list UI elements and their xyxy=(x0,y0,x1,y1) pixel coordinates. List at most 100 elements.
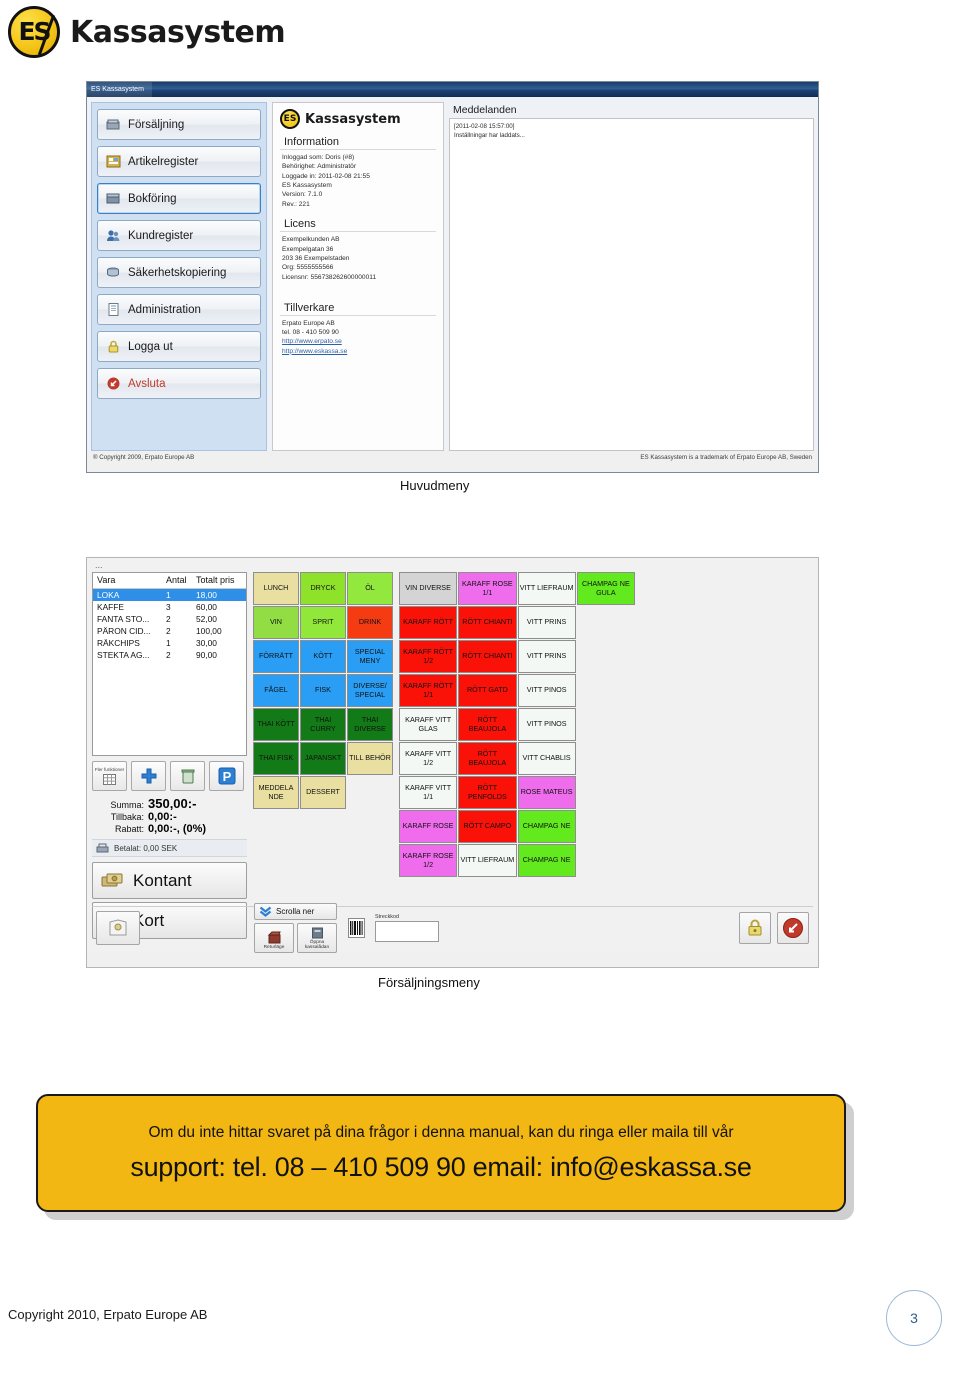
product-button[interactable]: RÖTT CHIANTI xyxy=(458,640,517,673)
table-row[interactable]: RÄKCHIPS 1 30,00 xyxy=(93,637,246,649)
oppna-kassaladan-button[interactable]: Öppna kassalådan xyxy=(297,922,337,953)
product-button[interactable]: CHAMPAG NE GULA xyxy=(576,572,635,605)
messages-box[interactable]: [2011-02-08 15:57:00] Inställningar har … xyxy=(449,118,814,451)
table-row[interactable]: LOKA 1 18,00 xyxy=(93,589,246,601)
category-button[interactable]: VIN xyxy=(253,606,299,639)
park-sale-button[interactable]: P xyxy=(209,761,244,791)
product-button[interactable]: CHAMPAG NE xyxy=(517,844,576,877)
receipt-preview-button[interactable] xyxy=(96,910,140,945)
product-button[interactable]: KARAFF RÖTT 1/2 xyxy=(399,640,458,673)
product-button[interactable]: KARAFF VITT 1/2 xyxy=(399,742,458,775)
product-slot-empty xyxy=(577,606,635,639)
product-button[interactable]: VITT LIEFRAUM xyxy=(517,572,576,605)
nav-item-logga-ut[interactable]: Logga ut xyxy=(97,331,261,362)
cell-pris: 18,00 xyxy=(196,590,217,600)
product-button[interactable]: RÖTT GATD xyxy=(458,674,517,707)
category-button[interactable]: THAI FISK xyxy=(253,742,299,775)
product-button[interactable]: KARAFF ROSE xyxy=(399,810,458,843)
product-button[interactable]: ROSE MATEUS xyxy=(517,776,576,809)
product-grid: VIN DIVERSE KARAFF ROSE 1/1 VITT LIEFRAU… xyxy=(399,572,635,877)
messages-heading: Meddelanden xyxy=(453,104,517,116)
category-button[interactable]: THAI KÖTT xyxy=(253,708,299,741)
nav-item-sakerhetskopiering[interactable]: Säkerhetskopiering xyxy=(97,257,261,288)
erpato-link[interactable]: http://www.erpato.se xyxy=(282,337,436,346)
tillverkare-lines: Erpato Europe AB tel. 08 - 410 509 90 ht… xyxy=(280,319,436,356)
info-line: Inloggad som: Doris (#8) xyxy=(282,154,355,161)
category-button[interactable]: TILL BEHÖR xyxy=(347,742,393,775)
lock-icon xyxy=(106,339,121,354)
streckkod-input[interactable] xyxy=(375,920,439,942)
product-button[interactable]: VITT PINOS xyxy=(517,674,576,707)
category-button[interactable]: DIVERSE/ SPECIAL xyxy=(347,674,393,707)
category-button[interactable]: DESSERT xyxy=(300,776,346,809)
nav-item-avsluta[interactable]: Avsluta xyxy=(97,368,261,399)
cell-antal: 2 xyxy=(166,614,171,624)
product-button[interactable]: VITT CHABLIS xyxy=(517,742,576,775)
product-button[interactable]: VITT PRINS xyxy=(517,606,576,639)
pos-menu-dots[interactable]: ... xyxy=(92,561,813,572)
product-slot-empty xyxy=(577,674,635,707)
kontant-button[interactable]: Kontant xyxy=(92,862,247,899)
product-slot-empty xyxy=(577,640,635,673)
product-button[interactable]: RÖTT CHIANTI xyxy=(458,606,517,639)
category-button[interactable]: FÅGEL xyxy=(253,674,299,707)
nav-item-administration[interactable]: Administration xyxy=(97,294,261,325)
streckkod-field-group: Streckkod xyxy=(375,914,439,942)
info-brand-name: Kassasystem xyxy=(305,111,401,127)
delete-item-button[interactable] xyxy=(170,761,205,791)
product-button[interactable]: VITT PRINS xyxy=(517,640,576,673)
category-button[interactable]: FÖRRÄTT xyxy=(253,640,299,673)
category-button[interactable]: ÖL xyxy=(347,572,393,605)
category-button[interactable]: LUNCH xyxy=(253,572,299,605)
scrolla-ner-button[interactable]: Scrolla ner xyxy=(254,902,337,920)
licens-heading: Licens xyxy=(284,218,316,231)
category-button[interactable]: JAPANSKT xyxy=(300,742,346,775)
nav-item-forsaljning[interactable]: Försäljning xyxy=(97,109,261,140)
product-button[interactable]: VIN DIVERSE xyxy=(399,572,458,605)
licens-line: 203 36 Exempelstaden xyxy=(282,254,350,262)
product-button[interactable]: RÖTT CAMPO xyxy=(458,810,517,843)
product-button[interactable]: KARAFF RÖTT xyxy=(399,606,458,639)
add-item-button[interactable] xyxy=(131,761,166,791)
category-button[interactable]: MEDDELA NDE xyxy=(253,776,299,809)
pos-screenshot: ... Vara Antal Totalt pris LOKA 1 18,00 xyxy=(86,557,819,968)
product-button[interactable]: KARAFF VITT GLAS xyxy=(399,708,458,741)
exit-pos-button[interactable] xyxy=(777,911,809,944)
category-button[interactable]: SPRIT xyxy=(300,606,346,639)
product-slot-empty xyxy=(577,844,635,877)
product-button[interactable]: KARAFF RÖTT 1/1 xyxy=(399,674,458,707)
nav-item-kundregister[interactable]: Kundregister xyxy=(97,220,261,251)
product-button[interactable]: KARAFF ROSE 1/2 xyxy=(399,844,458,877)
returlage-button[interactable]: Returläge xyxy=(254,922,294,953)
product-button[interactable]: RÖTT BEAUJOLA xyxy=(458,708,517,741)
product-button[interactable]: VITT LIEFRAUM xyxy=(458,844,517,877)
nav-item-bokforing[interactable]: Bokföring xyxy=(97,183,261,214)
product-button[interactable]: RÖTT PENFOLDS xyxy=(458,776,517,809)
lock-session-button[interactable] xyxy=(739,911,771,944)
eskassa-link[interactable]: http://www.eskassa.se xyxy=(282,347,436,356)
category-button[interactable]: THAI CURRY xyxy=(300,708,346,741)
table-row[interactable]: PÄRON CID... 2 100,00 xyxy=(93,625,246,637)
product-button[interactable]: VITT PINOS xyxy=(517,708,576,741)
info-line: Behörighet: Administratör xyxy=(282,163,357,171)
cell-vara: PÄRON CID... xyxy=(97,626,151,636)
product-button[interactable]: KARAFF ROSE 1/1 xyxy=(458,572,517,605)
category-button[interactable]: DRYCK xyxy=(300,572,346,605)
product-button[interactable]: KARAFF VITT 1/1 xyxy=(399,776,458,809)
category-button[interactable]: DRINK xyxy=(347,606,393,639)
category-button[interactable]: KÖTT xyxy=(300,640,346,673)
product-button[interactable]: CHAMPAG NE xyxy=(517,810,576,843)
product-button[interactable]: RÖTT BEAUJOLA xyxy=(458,742,517,775)
category-button[interactable]: FISK xyxy=(300,674,346,707)
licens-line: Exempelkunden AB xyxy=(282,236,340,244)
nav-item-artikelregister[interactable]: Artikelregister xyxy=(97,146,261,177)
category-button[interactable]: THAI DIVERSE xyxy=(347,708,393,741)
main-menu-screenshot: ES Kassasystem Försäljning Artikelregist… xyxy=(86,81,819,473)
scroll-label: Scrolla ner xyxy=(276,906,315,916)
table-row[interactable]: FANTA STO... 2 52,00 xyxy=(93,613,246,625)
info-lines: Inloggad som: Doris (#8) Behörighet: Adm… xyxy=(280,153,436,209)
category-button[interactable]: SPECIAL MENY xyxy=(347,640,393,673)
table-row[interactable]: KAFFE 3 60,00 xyxy=(93,601,246,613)
table-row[interactable]: STEKTA AG... 2 90,00 xyxy=(93,649,246,661)
fler-funktioner-button[interactable]: Fler funktioner xyxy=(92,761,127,791)
